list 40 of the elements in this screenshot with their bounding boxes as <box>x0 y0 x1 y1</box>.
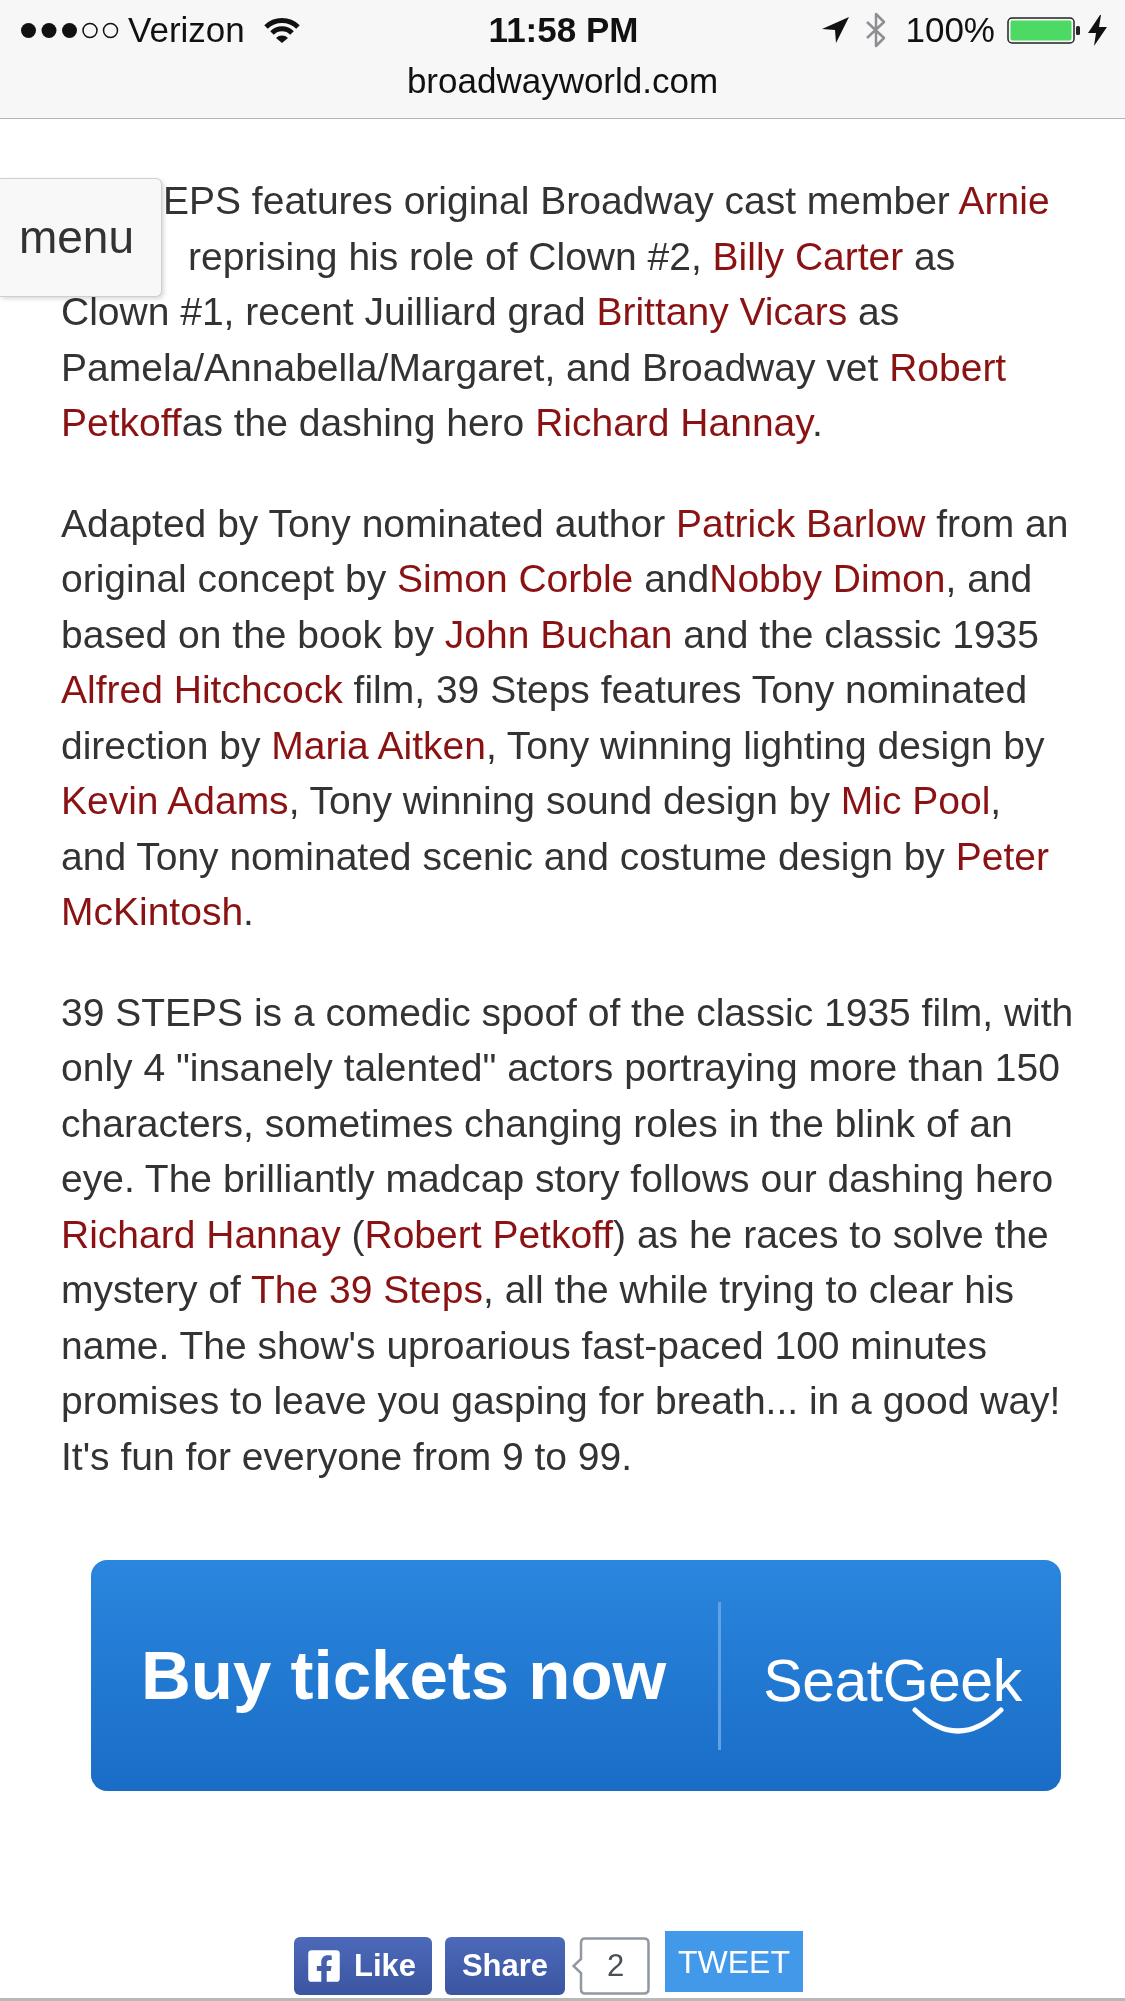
link[interactable]: Kevin Adams <box>61 779 289 822</box>
link[interactable]: Robert Petkoff <box>364 1212 614 1256</box>
battery-icon <box>1007 16 1081 44</box>
bluetooth-icon <box>865 12 888 48</box>
location-arrow-icon <box>822 17 850 43</box>
link[interactable]: Patrick Barlow <box>676 501 926 545</box>
buy-tickets-label: Buy tickets now <box>141 1635 667 1716</box>
battery-percentage: 100% <box>905 8 995 51</box>
link[interactable]: Petkoff <box>61 401 182 444</box>
carrier-name: Verizon <box>128 8 245 51</box>
facebook-icon <box>306 1948 342 1984</box>
smile-icon <box>912 1705 1005 1734</box>
link[interactable]: Brittany Vicars <box>596 290 848 333</box>
link[interactable]: Billy Carter <box>712 234 904 278</box>
link[interactable]: Arnie <box>958 179 1050 222</box>
share-count-bubble: 2 <box>572 1937 650 1995</box>
link[interactable]: Simon Corble <box>397 557 634 600</box>
link[interactable]: Maria Aitken <box>271 723 486 767</box>
link[interactable]: Richard Hannay <box>61 1212 341 1256</box>
link[interactable]: Alfred Hitchcock <box>61 668 343 711</box>
link[interactable]: The 39 Steps <box>251 1268 483 1311</box>
link[interactable]: John Buchan <box>444 612 673 656</box>
body-paragraph: 39 STEPS is a comedic spoof of the classic 1935 film, with only 4 "insanely talented" actors portraying more than 150 characters, sometimes changing roles in the blink of an eye. The brilliantly madcap story follows our dashing hero Richard Hannay (Robert Petkoff) as he races to solve the mystery of The 39 Steps, all the while trying to clear his name. The show's uproarious fast-paced 100 minutes promises to leave you gasping for breath... in a good way! It's fun for everyone from 9 to 99. <box>61 989 1074 1480</box>
signal-strength-icon <box>20 21 119 39</box>
body-paragraph: Adapted by Tony nominated author Patrick Barlow from an original concept by Simon Corble andNobby Dimon, and based on the book by John Buchan and the classic 1935 Alfred Hitchcock film, 39 Steps features Tony nominated direction by Maria Aitken, Tony winning lighting design by Kevin Adams, Tony winning sound design by Mic Pool, and Tony nominated scenic and costume design by Peter McKintosh. <box>61 500 1070 935</box>
seatgeek-logo-text: SeatGeek <box>763 1646 1022 1716</box>
charging-bolt-icon <box>1088 14 1107 46</box>
menu-button[interactable]: menu <box>0 178 162 297</box>
link[interactable]: Nobby Dimon <box>709 557 946 600</box>
link[interactable]: Peter <box>955 834 1049 878</box>
buy-tickets-banner[interactable]: Buy tickets now SeatGeek <box>91 1560 1061 1791</box>
link[interactable]: McKintosh <box>61 890 244 933</box>
link[interactable]: Mic Pool <box>840 779 991 822</box>
clock-time: 11:58 PM <box>488 8 639 51</box>
url-text[interactable]: broadwayworld.com <box>406 60 719 102</box>
link[interactable]: Richard Hannay <box>535 401 812 444</box>
link[interactable]: Robert <box>889 345 1007 389</box>
wifi-icon <box>262 16 301 44</box>
share-button[interactable]: Share <box>445 1937 565 1995</box>
like-button[interactable]: Like <box>294 1937 432 1995</box>
